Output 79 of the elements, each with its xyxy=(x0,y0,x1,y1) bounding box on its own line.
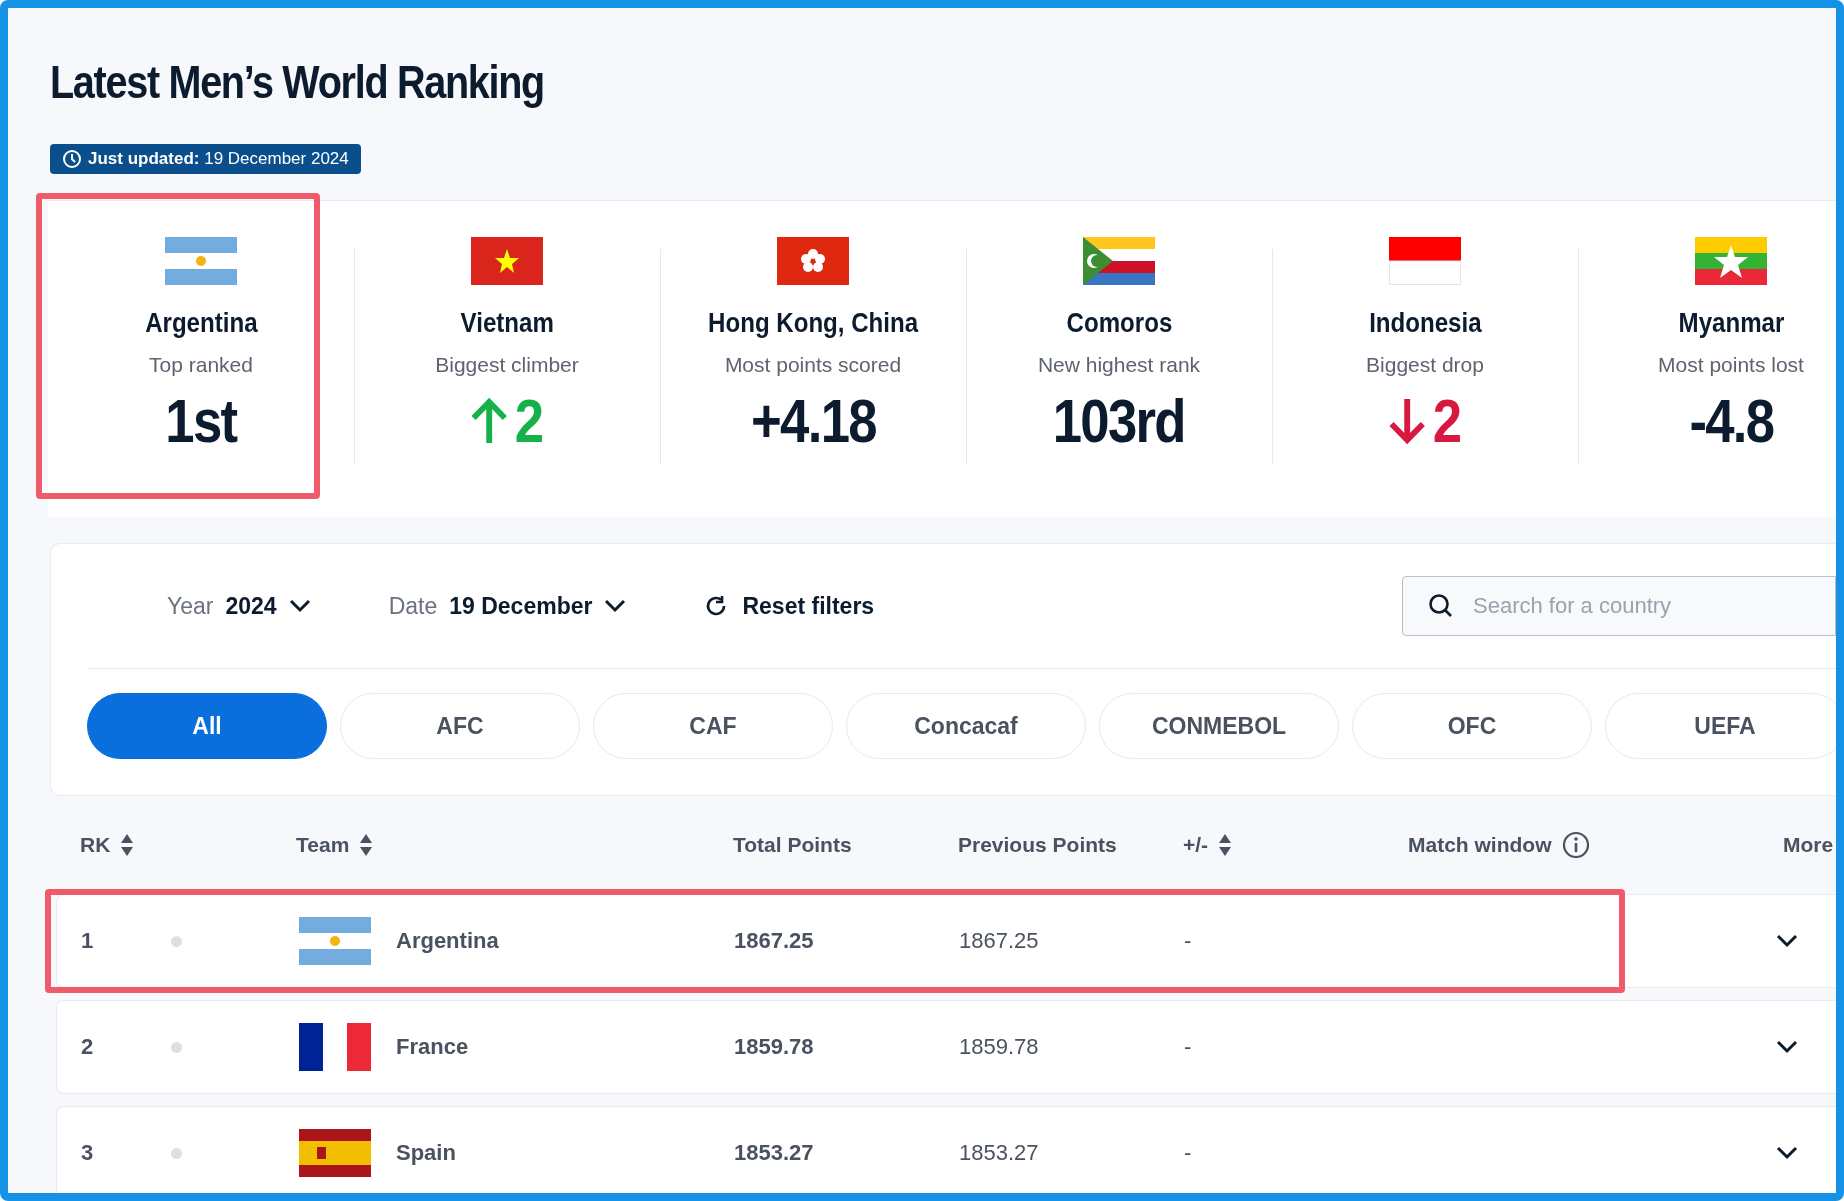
column-header[interactable]: +/- xyxy=(1183,833,1408,857)
info-icon[interactable] xyxy=(1561,831,1590,859)
stat-caption: Biggest drop xyxy=(1366,353,1484,377)
column-header[interactable]: RK xyxy=(80,833,296,857)
stat-value: 2 xyxy=(471,385,543,456)
sort-icon[interactable] xyxy=(120,833,135,857)
reset-filters-button[interactable]: Reset filters xyxy=(704,592,875,620)
flag-icon xyxy=(1083,237,1155,285)
country-name: Myanmar xyxy=(1678,307,1784,339)
country-name: Argentina xyxy=(144,307,258,339)
country-name: Comoros xyxy=(1066,307,1172,339)
country-name: Vietnam xyxy=(460,307,554,339)
chevron-down-icon xyxy=(1776,1146,1798,1160)
country-name: Hong Kong, China xyxy=(708,307,918,339)
confederation-tab[interactable]: OFC xyxy=(1352,693,1592,759)
total-points-cell-text: 1853.27 xyxy=(734,1140,815,1166)
search-field[interactable]: Search for a country xyxy=(1402,576,1836,636)
confederation-tab[interactable]: CONMEBOL xyxy=(1099,693,1339,759)
stat-caption: New highest rank xyxy=(1037,353,1201,377)
flag-icon xyxy=(1389,237,1461,285)
team-name: Argentina xyxy=(396,928,500,954)
stat-value: 1st xyxy=(165,385,237,456)
arrow-down-icon xyxy=(1387,396,1427,445)
flag-icon xyxy=(165,237,237,285)
rank-cell-text: 2 xyxy=(81,1034,95,1060)
ranking-row[interactable]: 3 Spain 1853.27 1853.27 - xyxy=(56,1106,1836,1193)
flag-icon xyxy=(1695,237,1767,285)
stat-caption: Biggest climber xyxy=(435,353,579,377)
change-cell-text: - xyxy=(1184,928,1193,954)
chevron-down-icon xyxy=(604,599,627,613)
change-cell-text: - xyxy=(1184,1034,1193,1060)
stat-value: 103rd xyxy=(1052,385,1186,456)
previous-points-cell-text: 1867.25 xyxy=(959,928,1040,954)
status-dot xyxy=(171,1147,182,1159)
flag-icon xyxy=(299,1023,371,1071)
stat-caption: Most points lost xyxy=(1658,353,1804,377)
column-header: Match window xyxy=(1408,831,1783,859)
arrow-up-icon xyxy=(469,396,509,445)
stat-caption: Most points scored xyxy=(724,353,902,377)
chevron-down-icon xyxy=(1776,1040,1798,1054)
ranking-row[interactable]: 2 France 1859.78 1859.78 - xyxy=(56,1000,1836,1094)
country-name: Indonesia xyxy=(1368,307,1482,339)
flag-icon xyxy=(777,237,849,285)
column-header: Previous Points xyxy=(958,833,1118,857)
confederation-tab[interactable]: AFC xyxy=(340,693,580,759)
rank-cell-text: 1 xyxy=(81,928,95,954)
change-cell-text: - xyxy=(1184,1140,1193,1166)
previous-points-cell-text: 1859.78 xyxy=(959,1034,1040,1060)
sort-icon[interactable] xyxy=(359,833,374,857)
status-dot xyxy=(171,935,182,947)
previous-points-cell-text: 1853.27 xyxy=(959,1140,1040,1166)
team-name: France xyxy=(396,1034,470,1060)
total-points-cell-text: 1867.25 xyxy=(734,928,815,954)
confederation-tab[interactable]: UEFA xyxy=(1605,693,1836,759)
column-header: Total Points xyxy=(733,833,853,857)
date-select[interactable]: Date 19 December xyxy=(388,592,627,620)
flag-icon xyxy=(471,237,543,285)
clock-icon xyxy=(62,149,82,169)
chevron-down-icon xyxy=(288,599,311,613)
flag-icon xyxy=(299,1129,371,1177)
confederation-tab[interactable]: Concacaf xyxy=(846,693,1086,759)
confederation-tab[interactable]: All xyxy=(87,693,327,759)
column-header[interactable]: Team xyxy=(296,833,733,857)
confederation-tab[interactable]: CAF xyxy=(593,693,833,759)
stat-value: 2 xyxy=(1389,385,1461,456)
page-title: Latest Men’s World Ranking xyxy=(50,55,545,110)
year-select[interactable]: Year 2024 xyxy=(167,592,311,620)
stat-caption: Top ranked xyxy=(149,353,253,377)
sort-icon[interactable] xyxy=(1218,833,1233,857)
team-name: Spain xyxy=(396,1140,457,1166)
total-points-cell-text: 1859.78 xyxy=(734,1034,815,1060)
column-header: More xyxy=(1783,833,1835,857)
rank-cell-text: 3 xyxy=(81,1140,95,1166)
stat-value: +4.18 xyxy=(750,385,876,456)
status-dot xyxy=(171,1041,182,1053)
flag-icon xyxy=(299,917,371,965)
stat-value: -4.8 xyxy=(1689,385,1773,456)
update-badge: Just updated: 19 December 2024 xyxy=(50,144,361,174)
chevron-down-icon xyxy=(1776,934,1798,948)
